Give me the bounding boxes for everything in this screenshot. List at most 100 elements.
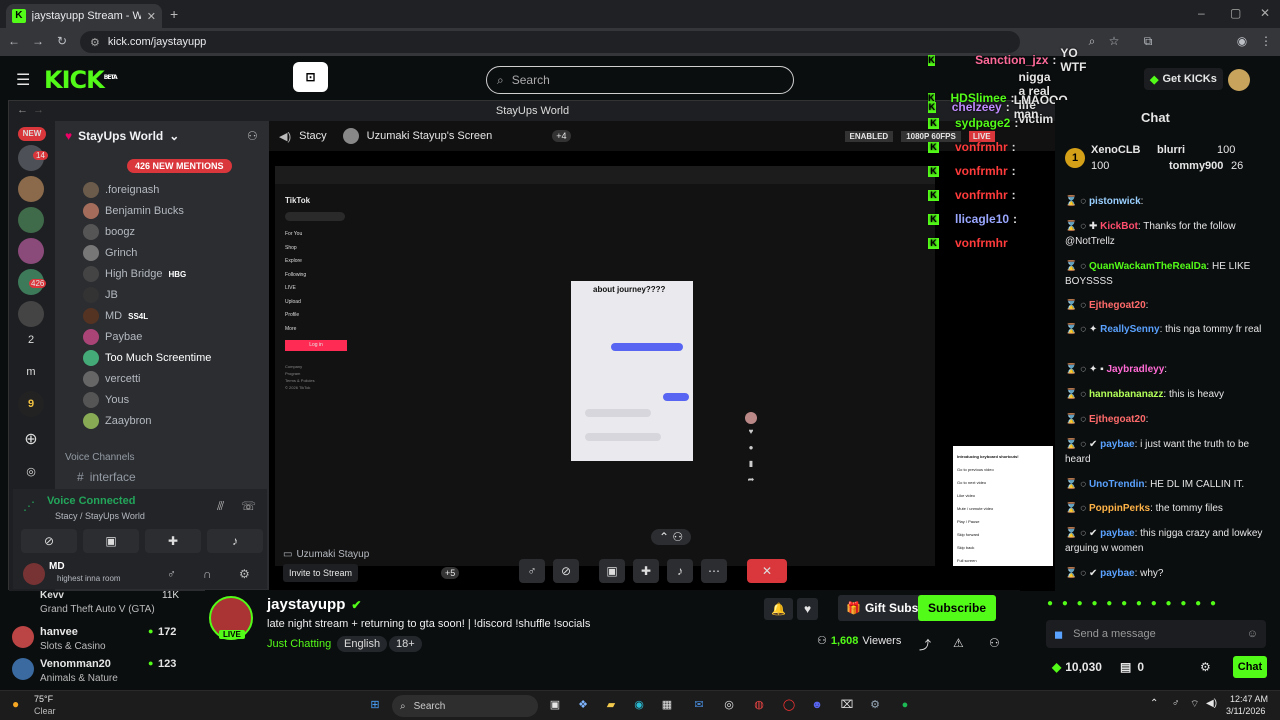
search-input[interactable]: ⌕ Search [486, 66, 794, 94]
settings-gear-icon[interactable]: ⚙ [239, 567, 250, 581]
address-bar[interactable]: ⚙ kick.com/jaystayupp [80, 31, 1020, 53]
nav-item[interactable]: Profile [285, 309, 306, 323]
emoji-icon[interactable]: ☺ [1247, 628, 1258, 640]
close-tab-icon[interactable]: ✕ [147, 10, 156, 23]
channel-item[interactable]: hanvee Slots & Casino ● 172 [12, 624, 192, 652]
extensions-icon[interactable]: ⧉ [1138, 34, 1158, 49]
share-icon[interactable]: ➦ [745, 472, 757, 488]
minimize-icon[interactable]: – [1198, 6, 1205, 20]
tiktok-logo[interactable]: TikTok [285, 196, 310, 205]
soundboard-icon[interactable]: ♪ [207, 529, 263, 553]
tiktok-login-button[interactable]: Log in [285, 340, 347, 351]
dm-item[interactable]: MD SS4L [83, 307, 148, 325]
category-link[interactable]: Just Chatting [267, 638, 331, 650]
mail-icon[interactable]: ✉ [690, 696, 708, 714]
clock-time[interactable]: 12:47 AM [1230, 694, 1268, 704]
forward-icon[interactable]: → [28, 34, 48, 48]
edge-icon[interactable]: ◉ [630, 696, 648, 714]
new-tab-button[interactable]: + [170, 6, 178, 22]
mentions-badge[interactable]: 426 NEW MENTIONS [127, 159, 232, 173]
dm-item[interactable]: High Bridge HBG [83, 265, 186, 283]
chrome-icon[interactable]: ◍ [750, 696, 768, 714]
channel-item[interactable]: Venomman20 Animals & Nature ● 123 [12, 656, 192, 684]
invite-to-stream-button[interactable]: Invite to Stream [283, 564, 359, 582]
dm-item[interactable]: Grinch [83, 244, 137, 262]
gift-subs-button[interactable]: 🎁 Gift Subs [838, 595, 927, 621]
channel-item[interactable]: Kevv Grand Theft Auto V (GTA) 11K [12, 590, 192, 618]
subscribe-button[interactable]: Subscribe [918, 595, 997, 621]
dm-item[interactable]: Yous [83, 391, 129, 409]
activities-icon[interactable]: ✚ [145, 529, 201, 553]
menu-dots-icon[interactable]: ⋮ [1256, 34, 1276, 48]
hamburger-menu-icon[interactable]: ☰ [16, 70, 30, 90]
profile-icon[interactable]: ◉ [1232, 34, 1252, 48]
opera-icon[interactable]: ◯ [780, 696, 798, 714]
store-icon[interactable]: ▦ [658, 696, 676, 714]
server-icon[interactable] [18, 207, 44, 233]
dm-item[interactable]: Paybae [83, 328, 142, 346]
mic-icon[interactable]: ♂ [167, 567, 176, 581]
disconnect-icon[interactable]: ☏ [241, 499, 256, 513]
nav-item[interactable]: More [285, 323, 306, 337]
dm-item[interactable]: vercetti [83, 370, 140, 388]
emote-bar[interactable]: ● ● ● ● ● ● ● ● ● ● ● ● [1047, 598, 1267, 612]
extension-logo[interactable]: ⊡ [293, 62, 328, 92]
wifi-icon[interactable]: ⌔ [1190, 698, 1199, 711]
server-m[interactable]: m [18, 359, 44, 385]
server-2[interactable]: 2 [18, 327, 44, 353]
mic-tray-icon[interactable]: ♂ [1172, 698, 1180, 709]
kicks-balance[interactable]: ◆ 10,030 [1052, 660, 1102, 674]
app-icon[interactable]: ⌧ [838, 696, 856, 714]
creator-avatar[interactable] [745, 412, 757, 424]
tag-18plus[interactable]: 18+ [389, 636, 422, 652]
dm-item[interactable]: .foreignash [83, 181, 159, 199]
site-info-icon[interactable]: ⚙ [90, 36, 100, 49]
get-kicks-button[interactable]: ◆ Get KICKs [1144, 68, 1223, 90]
bookmark-star-icon[interactable]: ☆ [1104, 34, 1124, 48]
clock-date[interactable]: 3/11/2026 [1226, 706, 1265, 716]
reload-icon[interactable]: ↻ [52, 34, 72, 48]
nav-item[interactable]: Shop [285, 242, 306, 256]
close-window-icon[interactable]: ✕ [1260, 6, 1270, 20]
tray-chevron-icon[interactable]: ⌃ [1150, 698, 1158, 709]
nav-item[interactable]: Upload [285, 296, 306, 310]
start-icon[interactable]: ⊞ [366, 696, 384, 714]
weather-icon[interactable]: ● [12, 697, 19, 711]
nav-item[interactable]: Following [285, 269, 306, 283]
comment-icon[interactable]: ● [745, 440, 757, 456]
server-new[interactable]: NEW [18, 127, 46, 141]
bookmark-icon[interactable]: ▮ [745, 456, 757, 472]
like-icon[interactable]: ♥ [745, 424, 757, 440]
send-chat-button[interactable]: Chat [1233, 656, 1267, 678]
nav-item[interactable]: LIVE [285, 282, 306, 296]
camera-off-icon[interactable]: ⊘ [553, 559, 579, 583]
dm-item[interactable]: Zaaybron [83, 412, 151, 430]
report-icon[interactable]: ⚠ [953, 636, 964, 650]
back-arrow-icon[interactable]: ← [17, 104, 28, 116]
nav-item[interactable]: For You [285, 228, 306, 242]
chat-settings-icon[interactable]: ⚙ [1200, 660, 1211, 674]
add-friend-icon[interactable]: ⚇ [247, 129, 258, 143]
discord-icon[interactable]: ☻ [808, 696, 826, 714]
streamer-name[interactable]: jaystayupp ✔ [267, 596, 361, 613]
back-icon[interactable]: ← [4, 34, 24, 48]
mic-icon[interactable]: ♂ [519, 559, 545, 583]
taskbar-search[interactable]: ⌕ Search [392, 695, 538, 717]
steam-icon[interactable]: ⚙ [866, 696, 884, 714]
maximize-icon[interactable]: ▢ [1230, 6, 1241, 20]
discover-icon[interactable]: ◎ [18, 459, 44, 485]
server-header[interactable]: ♥ StayUps World ⌄ [65, 129, 179, 143]
screen-share-icon[interactable]: ▣ [83, 529, 139, 553]
app-icon[interactable]: ◎ [720, 696, 738, 714]
emote-picker-icon[interactable]: ◼ [1054, 628, 1063, 641]
kick-logo[interactable]: KICKBETA [44, 66, 118, 94]
voice-channel[interactable]: # interface [77, 470, 136, 484]
noise-icon[interactable]: ⫻ [217, 499, 224, 514]
chevron-up-icon[interactable]: ⌃ ⚇ [651, 529, 692, 545]
follow-heart-icon[interactable]: ♥ [797, 598, 819, 620]
dm-item[interactable]: boogz [83, 223, 135, 241]
leave-call-icon[interactable]: ✕ [747, 559, 787, 583]
voice-channels-header[interactable]: Voice Channels [65, 452, 135, 463]
share-icon[interactable]: ⤴ [919, 636, 931, 653]
nav-item[interactable]: Explore [285, 255, 306, 269]
